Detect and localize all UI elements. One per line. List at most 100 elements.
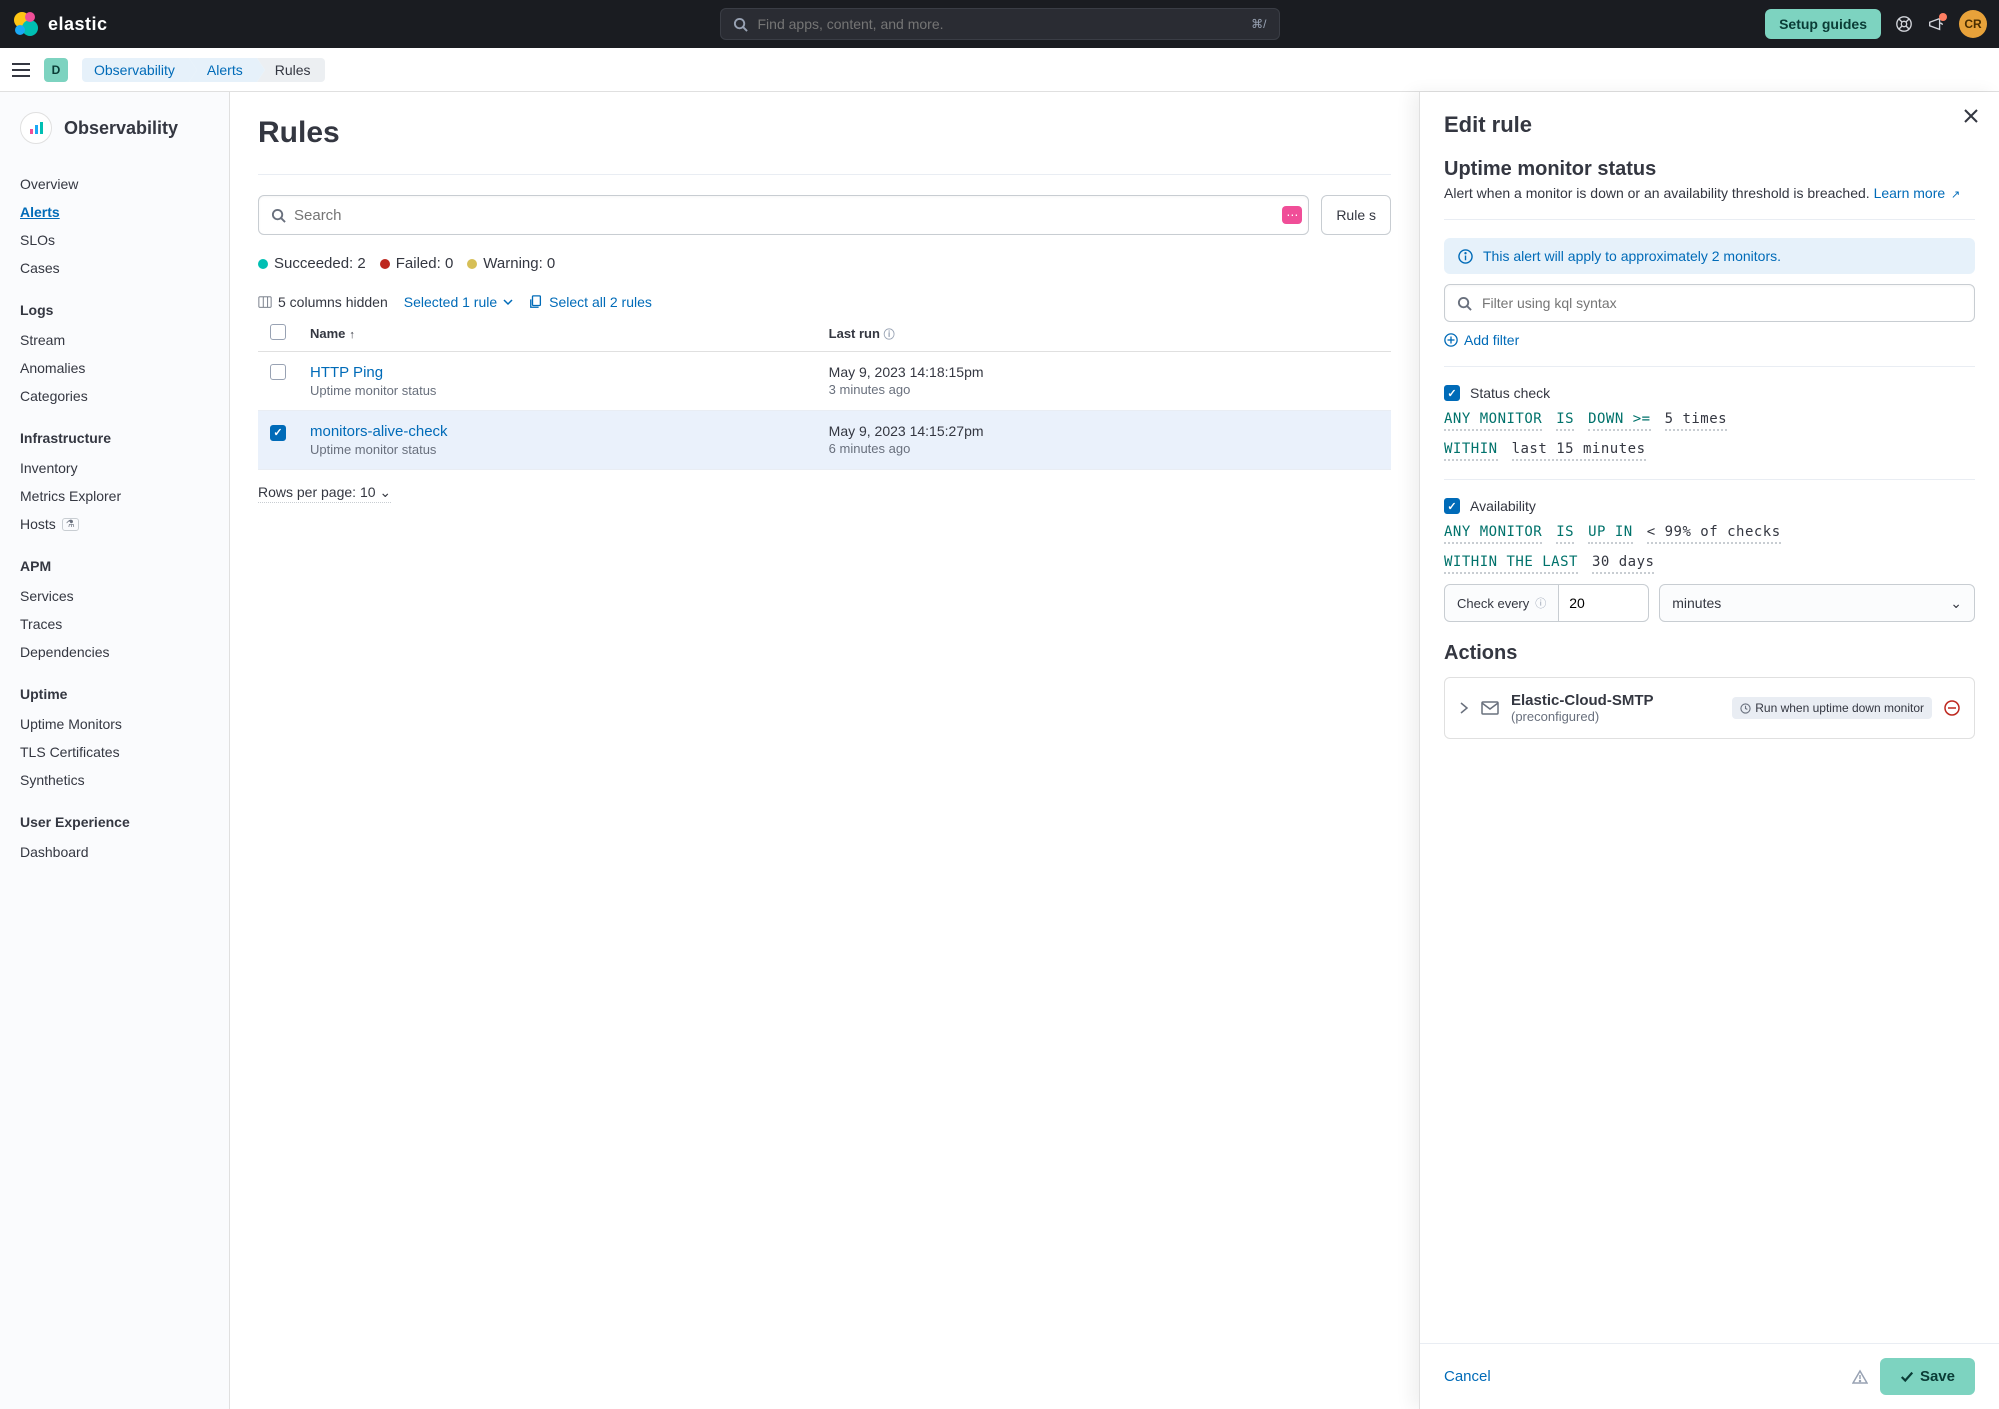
sidebar-item-anomalies[interactable]: Anomalies <box>0 354 229 382</box>
rules-table: Name↑ Last run ⓘ HTTP PingUptime monitor… <box>258 316 1391 470</box>
dot-yellow-icon <box>467 259 477 269</box>
divider <box>1444 479 1975 480</box>
breadcrumb-observability[interactable]: Observability <box>82 58 189 82</box>
rules-search-input[interactable] <box>294 207 1282 224</box>
search-shortcut: ⌘/ <box>1251 17 1266 31</box>
chevron-right-icon[interactable] <box>1459 702 1469 714</box>
search-icon <box>733 17 748 32</box>
flyout-footer: Cancel Save <box>1420 1343 1999 1409</box>
last-run-time: May 9, 2023 14:18:15pm <box>829 364 1379 380</box>
status-check-checkbox[interactable] <box>1444 385 1460 401</box>
expression-token[interactable]: 30 days <box>1592 554 1655 574</box>
sidebar-section-uptime: UptimeUptime MonitorsTLS CertificatesSyn… <box>0 674 229 802</box>
setup-guides-button[interactable]: Setup guides <box>1765 9 1881 39</box>
sidebar-section-infrastructure: InfrastructureInventoryMetrics ExplorerH… <box>0 418 229 546</box>
action-card: Elastic-Cloud-SMTP (preconfigured) Run w… <box>1444 677 1975 739</box>
learn-more-link[interactable]: Learn more ↗ <box>1874 185 1961 201</box>
user-avatar[interactable]: CR <box>1959 10 1987 38</box>
sidebar-item-hosts[interactable]: Hosts⚗ <box>0 510 229 538</box>
col-name[interactable]: Name↑ <box>298 316 817 352</box>
sidebar-heading: APM <box>0 554 229 582</box>
add-filter-button[interactable]: Add filter <box>1444 332 1975 348</box>
rules-search[interactable]: ⋯ <box>258 195 1309 235</box>
check-every-row: Check every ⓘ minutes ⌄ <box>1444 584 1975 622</box>
sidebar-item-inventory[interactable]: Inventory <box>0 454 229 482</box>
elastic-logo[interactable]: elastic <box>12 10 108 38</box>
expression-token[interactable]: < 99% of checks <box>1647 524 1781 544</box>
expression-token[interactable]: WITHIN THE LAST <box>1444 554 1578 574</box>
global-search[interactable]: ⌘/ <box>720 8 1280 40</box>
rule-name-link[interactable]: monitors-alive-check <box>310 423 805 440</box>
status-expression: ANY MONITOR IS DOWN >= 5 times <box>1444 411 1975 431</box>
elastic-wordmark: elastic <box>48 14 108 35</box>
save-button[interactable]: Save <box>1880 1358 1975 1395</box>
page-title: Rules <box>258 116 1391 150</box>
hamburger-icon[interactable] <box>12 63 30 77</box>
chevron-down-icon: ⌄ <box>1950 595 1962 612</box>
selected-rule[interactable]: Selected 1 rule <box>404 294 513 310</box>
sidebar-item-dashboard[interactable]: Dashboard <box>0 838 229 866</box>
expression-token[interactable]: IS <box>1556 411 1574 431</box>
kql-input[interactable] <box>1482 295 1962 311</box>
sidebar-item-stream[interactable]: Stream <box>0 326 229 354</box>
action-run-badge[interactable]: Run when uptime down monitor <box>1732 697 1932 719</box>
row-checkbox[interactable] <box>270 425 286 441</box>
status-within-expression: WITHIN last 15 minutes <box>1444 441 1975 461</box>
sidebar-item-alerts[interactable]: Alerts <box>0 198 229 226</box>
rule-type-description: Alert when a monitor is down or an avail… <box>1444 185 1975 201</box>
columns-hidden[interactable]: 5 columns hidden <box>258 294 388 310</box>
expression-token[interactable]: UP IN <box>1588 524 1633 544</box>
beta-badge-icon: ⚗ <box>62 518 79 531</box>
rule-name-link[interactable]: HTTP Ping <box>310 364 805 381</box>
rule-status-button[interactable]: Rule s <box>1321 195 1391 235</box>
select-all[interactable]: Select all 2 rules <box>529 294 652 310</box>
check-every-unit-select[interactable]: minutes ⌄ <box>1659 584 1975 622</box>
flyout-header: Edit rule <box>1420 92 1999 152</box>
rows-per-page[interactable]: Rows per page: 10 ⌄ <box>258 484 391 503</box>
expression-token[interactable]: DOWN >= <box>1588 411 1651 431</box>
expression-token[interactable]: ANY MONITOR <box>1444 524 1542 544</box>
sidebar-item-tls-certificates[interactable]: TLS Certificates <box>0 738 229 766</box>
search-badge-icon[interactable]: ⋯ <box>1282 206 1302 224</box>
sidebar-item-categories[interactable]: Categories <box>0 382 229 410</box>
col-last-run[interactable]: Last run ⓘ <box>817 316 1391 352</box>
breadcrumb-alerts[interactable]: Alerts <box>189 58 257 82</box>
warning-icon[interactable] <box>1852 1369 1868 1385</box>
global-search-input[interactable] <box>758 16 1242 32</box>
sidebar-item-services[interactable]: Services <box>0 582 229 610</box>
row-checkbox[interactable] <box>270 364 286 380</box>
news-icon[interactable] <box>1927 15 1945 33</box>
close-icon[interactable] <box>1963 108 1979 124</box>
divider <box>1444 366 1975 367</box>
deployment-avatar[interactable]: D <box>44 58 68 82</box>
sidebar-item-dependencies[interactable]: Dependencies <box>0 638 229 666</box>
flyout-title: Edit rule <box>1444 112 1975 138</box>
remove-action-icon[interactable] <box>1944 700 1960 716</box>
sidebar-item-metrics-explorer[interactable]: Metrics Explorer <box>0 482 229 510</box>
expression-token[interactable]: last 15 minutes <box>1512 441 1646 461</box>
content-main: Rules ⋯ Rule s Succeeded: 2 Failed: 0 Wa… <box>230 92 1419 1409</box>
sidebar-item-cases[interactable]: Cases <box>0 254 229 282</box>
content-wrapper: Rules ⋯ Rule s Succeeded: 2 Failed: 0 Wa… <box>230 92 1999 1409</box>
select-all-checkbox[interactable] <box>270 324 286 340</box>
expression-token[interactable]: WITHIN <box>1444 441 1498 461</box>
sidebar-item-traces[interactable]: Traces <box>0 610 229 638</box>
expression-token[interactable]: IS <box>1556 524 1574 544</box>
sidebar-item-slos[interactable]: SLOs <box>0 226 229 254</box>
expression-token[interactable]: 5 times <box>1665 411 1728 431</box>
availability-checkbox[interactable] <box>1444 498 1460 514</box>
kql-filter[interactable] <box>1444 284 1975 322</box>
header-actions: Setup guides CR <box>1765 9 1987 39</box>
expression-token[interactable]: ANY MONITOR <box>1444 411 1542 431</box>
edit-rule-flyout: Edit rule Uptime monitor status Alert wh… <box>1419 92 1999 1409</box>
sidebar-item-uptime-monitors[interactable]: Uptime Monitors <box>0 710 229 738</box>
sidebar-item-synthetics[interactable]: Synthetics <box>0 766 229 794</box>
cancel-button[interactable]: Cancel <box>1444 1368 1491 1385</box>
sidebar-item-overview[interactable]: Overview <box>0 170 229 198</box>
availability-toggle: Availability <box>1444 498 1975 514</box>
info-icon[interactable]: ⓘ <box>1535 595 1546 611</box>
help-icon[interactable] <box>1895 15 1913 33</box>
filter-bar: ⋯ Rule s <box>258 174 1391 235</box>
check-every-input[interactable] <box>1559 584 1649 622</box>
sidebar-heading: User Experience <box>0 810 229 838</box>
